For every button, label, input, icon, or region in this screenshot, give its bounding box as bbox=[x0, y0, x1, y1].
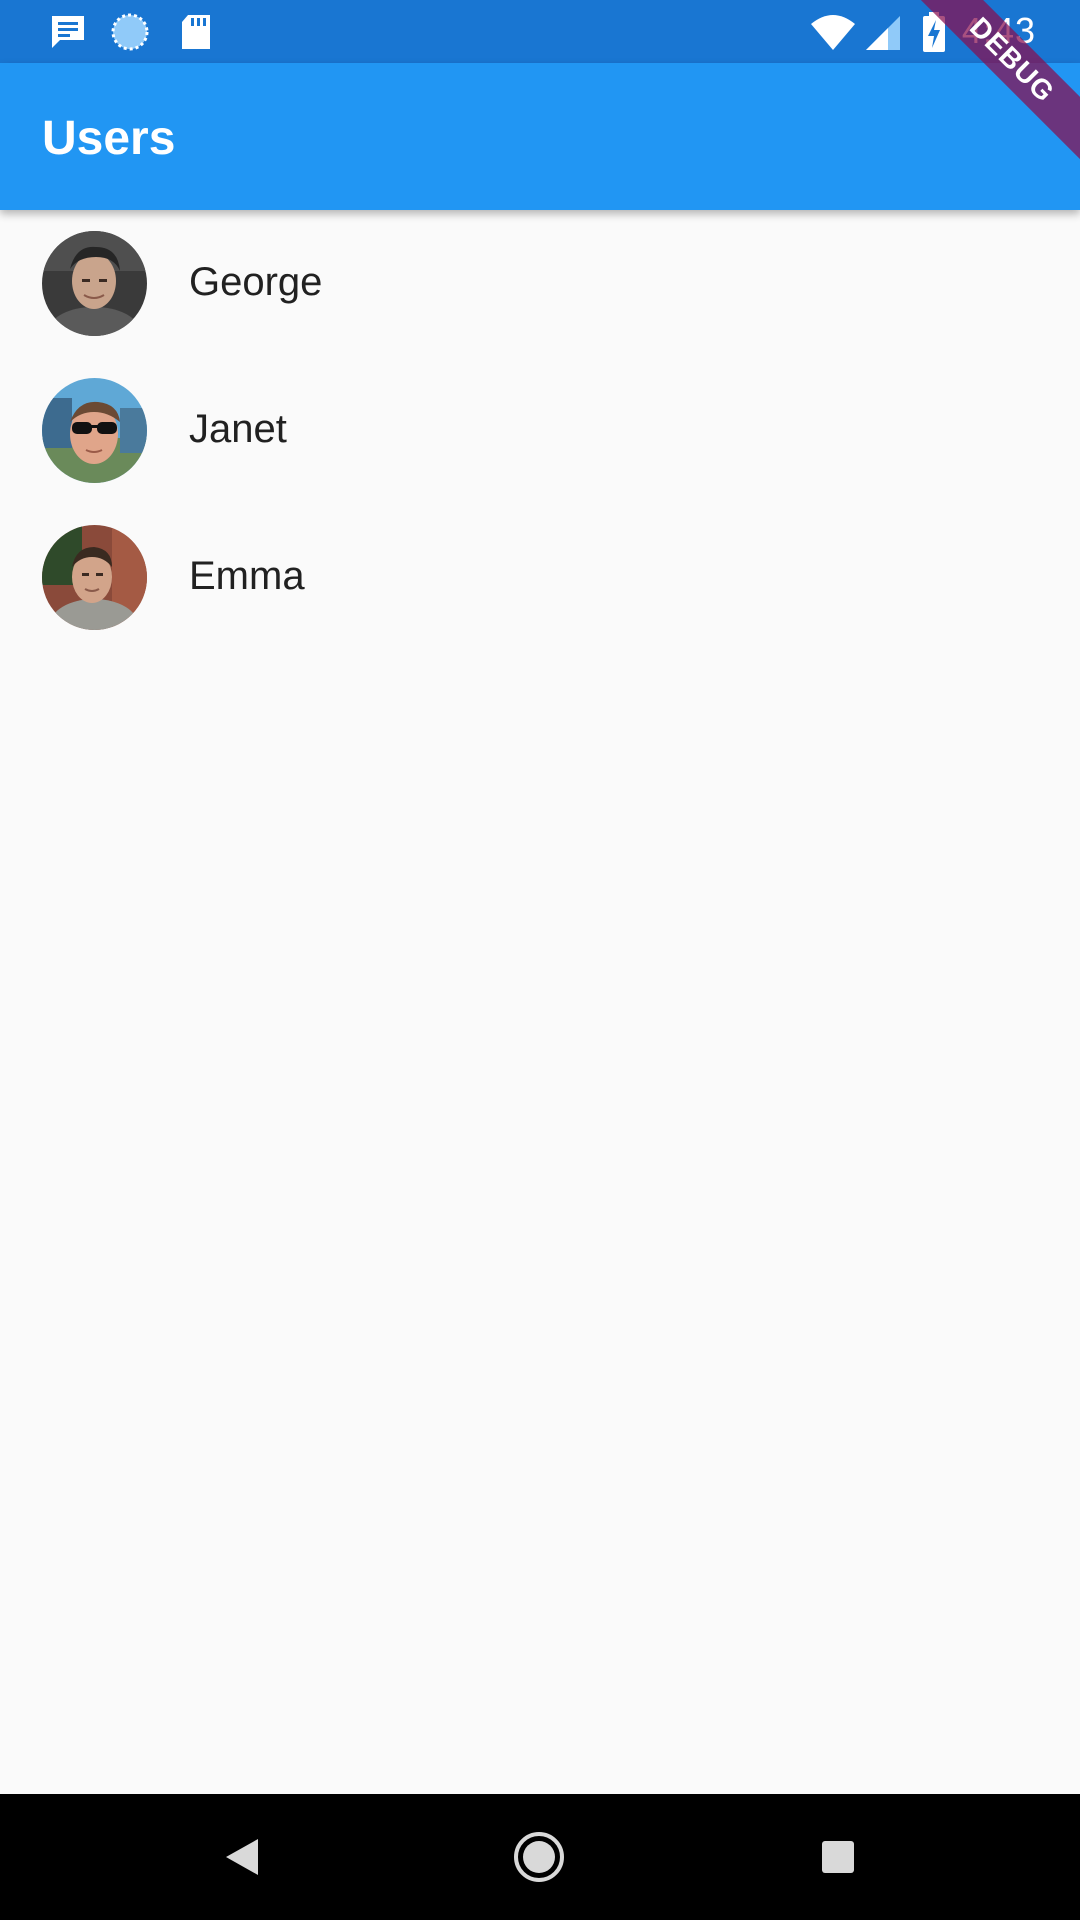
notification-icon bbox=[52, 16, 84, 48]
home-icon[interactable] bbox=[509, 1827, 569, 1887]
recents-icon[interactable] bbox=[808, 1827, 868, 1887]
sd-card-icon bbox=[182, 15, 210, 49]
list-item[interactable]: George bbox=[0, 210, 1080, 357]
avatar bbox=[42, 231, 147, 336]
user-list: George Janet Emma bbox=[0, 210, 1080, 651]
sync-icon bbox=[111, 13, 149, 51]
battery-charging-icon bbox=[923, 12, 945, 52]
status-time: 4:43 bbox=[961, 10, 1036, 51]
signal-icon bbox=[866, 16, 900, 50]
user-name: Janet bbox=[189, 407, 287, 451]
avatar bbox=[42, 378, 147, 483]
page-title: Users bbox=[42, 112, 176, 165]
user-name: George bbox=[189, 260, 323, 304]
navigation-bar bbox=[0, 1794, 1080, 1920]
app-bar: Users bbox=[0, 63, 1080, 210]
wifi-icon bbox=[811, 15, 855, 50]
list-item[interactable]: Emma bbox=[0, 504, 1080, 651]
back-icon[interactable] bbox=[212, 1827, 272, 1887]
list-item[interactable]: Janet bbox=[0, 357, 1080, 504]
user-name: Emma bbox=[189, 554, 305, 598]
status-bar: 4:43 bbox=[0, 0, 1080, 63]
avatar bbox=[42, 525, 147, 630]
